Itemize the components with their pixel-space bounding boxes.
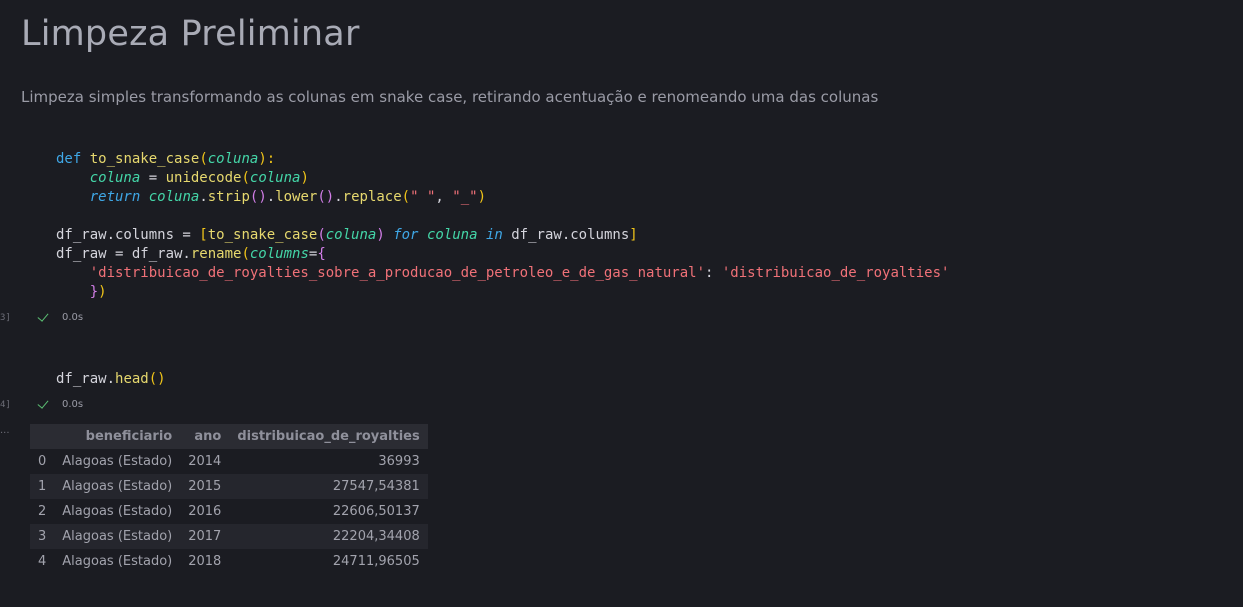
code-token: coluna (207, 151, 259, 167)
code-token: ) (477, 189, 486, 205)
code-cell-2[interactable]: df_raw.head() (56, 370, 166, 389)
code-token: ) (98, 284, 107, 300)
code-token: lower (275, 189, 318, 205)
table-header-index (30, 424, 55, 449)
table-row: 0 Alagoas (Estado) 2014 36993 (30, 449, 428, 474)
cell-status: 0.0s (37, 311, 83, 324)
row-index: 1 (30, 474, 55, 499)
table-cell: Alagoas (Estado) (62, 554, 173, 569)
table-cell: 24711,96505 (332, 554, 420, 569)
code-token: replace (342, 189, 402, 205)
table-header: ano (180, 424, 230, 449)
table-cell: Alagoas (Estado) (54, 474, 181, 499)
code-token: ( (199, 151, 208, 167)
table-row: 2 Alagoas (Estado) 2016 22606,50137 (30, 499, 428, 524)
code-token: ( (401, 189, 411, 205)
table-cell: 2014 (188, 454, 222, 469)
row-index: 4 (38, 554, 47, 569)
code-token: to_snake_case (89, 151, 200, 167)
code-token: ): (258, 151, 276, 167)
code-token: df_raw = df_raw. (56, 246, 191, 262)
code-token: df_raw. (56, 371, 116, 387)
code-token: columns (249, 246, 309, 262)
code-token: unidecode (165, 170, 242, 186)
code-token: } (89, 284, 99, 300)
code-token: ) (376, 227, 385, 243)
code-token: 'distribuicao_de_royalties_sobre_a_produ… (89, 265, 706, 281)
code-token: return (89, 189, 141, 205)
table-row: 3 Alagoas (Estado) 2017 22204,34408 (30, 524, 428, 549)
code-token: df_raw.columns = (56, 227, 200, 243)
table-cell: 2015 (180, 474, 230, 499)
table-cell: 2016 (188, 504, 222, 519)
row-index: 3 (30, 524, 55, 549)
code-token: () (249, 189, 267, 205)
code-token: coluna (426, 227, 478, 243)
code-cell-1[interactable]: def to_snake_case(coluna): coluna = unid… (56, 150, 949, 302)
table-cell: 2017 (180, 524, 230, 549)
code-token: df_raw.columns (511, 227, 630, 243)
code-token: for (393, 227, 419, 243)
code-token: in (485, 227, 503, 243)
code-token: head (115, 371, 149, 387)
table-header: distribuicao_de_royalties (229, 424, 428, 449)
dataframe-output: beneficiario ano distribuicao_de_royalti… (30, 424, 428, 574)
table-header-row: beneficiario ano distribuicao_de_royalti… (30, 424, 428, 449)
code-token: () (317, 189, 335, 205)
code-token: "_" (452, 189, 478, 205)
table-cell: 22204,34408 (229, 524, 428, 549)
row-index: 0 (38, 454, 47, 469)
code-token: [ (199, 227, 208, 243)
code-token: ) (300, 170, 309, 186)
cell-status: 0.0s (37, 398, 83, 411)
code-token: { (317, 246, 326, 262)
code-token: " " (410, 189, 436, 205)
check-icon (37, 398, 50, 411)
table-row: 1 Alagoas (Estado) 2015 27547,54381 (30, 474, 428, 499)
table-cell: Alagoas (Estado) (62, 504, 173, 519)
code-token: , (435, 189, 453, 205)
output-menu-icon[interactable]: ... (0, 425, 10, 436)
table-header: beneficiario (54, 424, 181, 449)
table-cell: Alagoas (Estado) (62, 454, 173, 469)
markdown-description: Limpeza simples transformando as colunas… (21, 88, 879, 106)
table-cell: 36993 (378, 454, 420, 469)
table-row: 4 Alagoas (Estado) 2018 24711,96505 (30, 549, 428, 574)
code-token: def (56, 151, 82, 167)
code-token: ( (241, 246, 250, 262)
check-icon (37, 311, 50, 324)
code-token: ] (629, 227, 638, 243)
code-token: coluna (148, 189, 200, 205)
execution-time: 0.0s (62, 399, 84, 410)
execution-count: 3] (0, 313, 11, 323)
code-token: () (148, 371, 166, 387)
code-token: to_snake_case (207, 227, 318, 243)
code-token: coluna (89, 170, 141, 186)
code-token: ( (317, 227, 326, 243)
table-cell: 22606,50137 (332, 504, 420, 519)
row-index: 2 (38, 504, 47, 519)
code-token: 'distribuicao_de_royalties' (721, 265, 950, 281)
code-token: : (705, 265, 722, 281)
code-token: strip (207, 189, 250, 205)
code-token: . (334, 189, 343, 205)
table-cell: 27547,54381 (229, 474, 428, 499)
code-token: ( (241, 170, 250, 186)
table-cell: Alagoas (Estado) (54, 524, 181, 549)
code-token: . (266, 189, 276, 205)
execution-time: 0.0s (62, 312, 84, 323)
code-token: = (140, 170, 166, 186)
markdown-title: Limpeza Preliminar (21, 14, 360, 54)
code-token: . (199, 189, 208, 205)
code-token: coluna (249, 170, 301, 186)
code-token: coluna (325, 227, 377, 243)
code-token: rename (190, 246, 242, 262)
table-cell: 2018 (188, 554, 222, 569)
execution-count: 4] (0, 400, 11, 410)
